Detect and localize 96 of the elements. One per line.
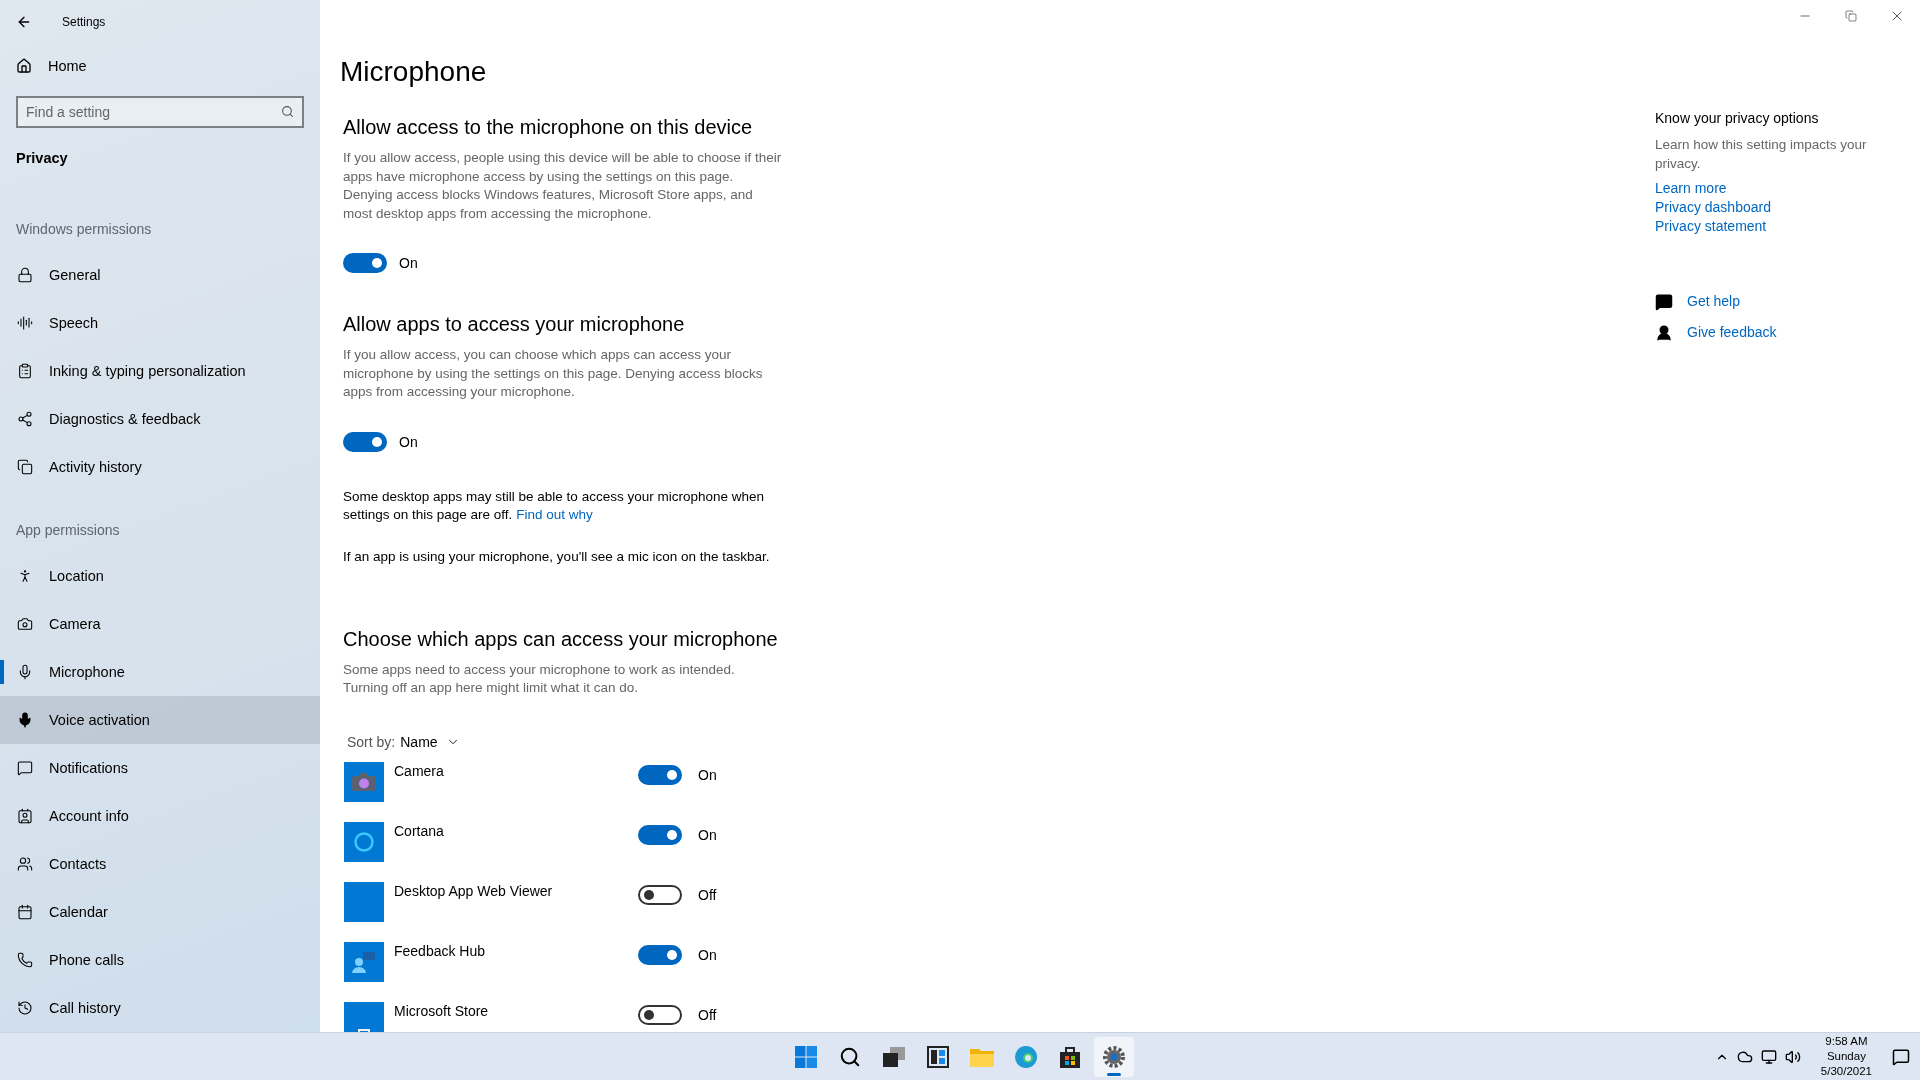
feedback-person-icon	[1655, 323, 1673, 342]
toggle-switch[interactable]	[343, 253, 387, 273]
section-heading: Choose which apps can access your microphone	[343, 627, 779, 651]
taskbar-app[interactable]	[1094, 1036, 1134, 1077]
app-name: Desktop App Web Viewer	[394, 882, 554, 901]
sidebar-item[interactable]: Calendar	[0, 887, 320, 936]
windows-stack-icon	[883, 1046, 905, 1067]
group-heading: App permissions	[15, 520, 121, 540]
gear-icon	[1102, 1044, 1126, 1069]
page-title: Microphone	[340, 55, 488, 89]
ring-icon	[353, 830, 375, 853]
aside-text: Learn how this setting impacts your privacy.	[1655, 136, 1868, 173]
toggle-label: On	[698, 946, 717, 963]
app-name: Feedback Hub	[394, 942, 487, 961]
sidebar-item[interactable]: Diagnostics & feedback	[0, 394, 320, 443]
sort-dropdown[interactable]: Name	[400, 733, 460, 750]
search-icon	[281, 105, 294, 119]
toggle-switch[interactable]	[343, 431, 387, 452]
app-tile	[344, 881, 384, 922]
search-field[interactable]: Find a setting	[16, 96, 304, 129]
lock-icon	[17, 266, 33, 283]
person-icon	[17, 567, 33, 584]
home-nav-item[interactable]: Home	[0, 44, 320, 89]
sort-label: Sort by:	[347, 733, 396, 750]
sidebar-item[interactable]: Notifications	[0, 743, 320, 792]
sidebar-item[interactable]: Account info	[0, 791, 320, 840]
phone-icon	[17, 951, 33, 968]
section-heading: Allow access to the microphone on this device	[343, 116, 754, 139]
people-chat-icon	[351, 950, 377, 973]
contact-card-icon	[17, 807, 33, 824]
toggle-switch[interactable]	[638, 1004, 682, 1025]
home-icon	[16, 58, 32, 75]
restore-icon	[1845, 10, 1857, 22]
sidebar-item[interactable]: Location	[0, 551, 320, 600]
sidebar-item[interactable]: Call history	[0, 983, 320, 1032]
aside-heading: Know your privacy options	[1655, 110, 1820, 126]
toggle-label: On	[399, 255, 418, 271]
mic-note-text: If an app is using your microphone, you'll see a mic icon on the taskbar.	[343, 548, 771, 564]
help-chat-icon	[1655, 292, 1673, 311]
app-name: Microsoft Store	[394, 1002, 490, 1021]
privacy-link[interactable]: Privacy statement	[1655, 217, 1895, 236]
clock[interactable]: 9:58 AM Sunday 5/30/2021	[1820, 1034, 1872, 1079]
checklist-icon	[17, 362, 33, 379]
toggle-switch[interactable]	[638, 944, 682, 965]
folder-icon	[970, 1046, 994, 1067]
section-description: If you allow access, you can choose which apps can access your microphone by using the settings on this page. Denying access blocks apps from accessing your microphone.	[343, 346, 764, 401]
group-heading: Windows permissions	[15, 219, 153, 239]
toggle-label: On	[698, 766, 717, 783]
network-icon	[1760, 1048, 1777, 1065]
window-title: Settings	[62, 15, 106, 30]
microphone-icon	[17, 663, 33, 680]
history-icon	[17, 999, 33, 1016]
windows-icon	[795, 1045, 817, 1068]
store-bag-icon	[1059, 1045, 1081, 1068]
widgets-icon	[927, 1045, 949, 1068]
note-text: Some desktop apps may still be able to access your microphone when settings on this page are off. Find out why	[343, 487, 765, 524]
sidebar-item[interactable]: Camera	[0, 599, 320, 648]
toggle-label: Off	[698, 886, 717, 903]
volume-icon	[1784, 1048, 1801, 1065]
camera-icon	[17, 615, 33, 632]
app-name: Camera	[394, 762, 445, 781]
toggle-label: On	[399, 433, 418, 450]
microphone-icon	[17, 711, 33, 728]
find-out-why-link[interactable]: Find out why	[516, 507, 593, 522]
people-icon	[17, 855, 33, 872]
toggle-label: On	[698, 826, 717, 843]
search-icon	[839, 1045, 861, 1068]
toggle-switch[interactable]	[638, 824, 682, 845]
toggle-switch[interactable]	[638, 764, 682, 785]
speech-icon	[17, 314, 33, 331]
sidebar-item[interactable]: Contacts	[0, 839, 320, 888]
copy-icon	[17, 458, 33, 475]
app-name: Cortana	[394, 822, 445, 841]
help-link[interactable]: Give feedback	[1687, 323, 1777, 342]
category-title: Privacy	[15, 149, 69, 169]
calendar-icon	[17, 903, 33, 920]
sidebar-item[interactable]: Voice activation	[0, 695, 320, 744]
speech-bubble-icon	[17, 759, 33, 776]
section-description: If you allow access, people using this device will be able to choose if their apps have microphone access by using the settings on this page. Denying access blocks Windows features, Microsoft Store apps, and most desktop apps from accessing the microphone.	[343, 149, 783, 223]
sidebar-item[interactable]: Speech	[0, 298, 320, 347]
section-heading: Allow apps to access your microphone	[343, 313, 686, 336]
privacy-link[interactable]: Learn more	[1655, 179, 1895, 198]
browser-icon	[1014, 1044, 1038, 1069]
notification-icon	[1892, 1047, 1910, 1066]
sidebar-item[interactable]: Activity history	[0, 442, 320, 491]
toggle-switch[interactable]	[638, 884, 682, 905]
sidebar-item[interactable]: Phone calls	[0, 935, 320, 984]
privacy-link[interactable]: Privacy dashboard	[1655, 198, 1895, 217]
toggle-label: Off	[698, 1006, 717, 1023]
sidebar-item[interactable]: Microphone	[0, 647, 320, 696]
camera-icon	[352, 772, 376, 791]
section-description: Some apps need to access your microphone to work as intended. Turning off an app here might limit what it can do.	[343, 660, 736, 697]
help-link[interactable]: Get help	[1687, 292, 1740, 311]
sidebar-item[interactable]: General	[0, 250, 320, 299]
nodes-icon	[17, 410, 33, 427]
sidebar-item[interactable]: Inking & typing personalization	[0, 346, 320, 395]
